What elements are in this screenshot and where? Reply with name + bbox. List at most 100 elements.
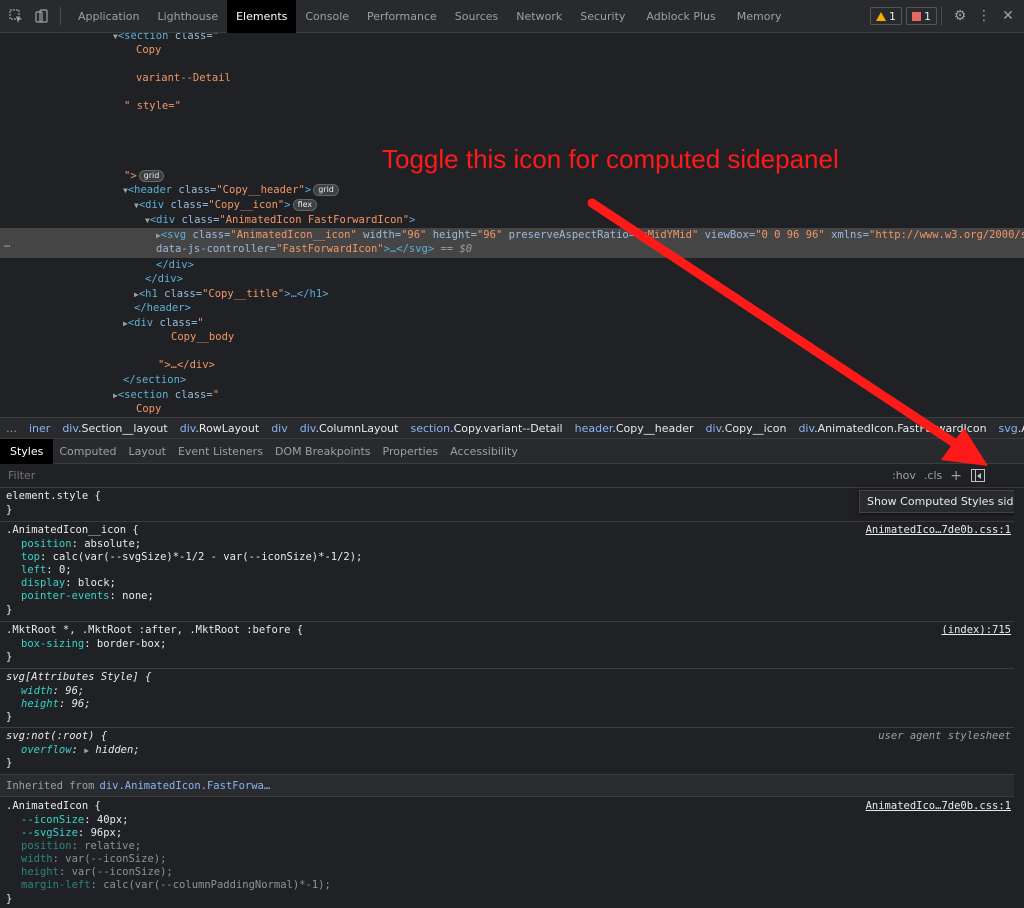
styles-filter-input[interactable] [8, 469, 888, 482]
css-declaration: height: 96; [21, 698, 91, 710]
breadcrumb-item-selected[interactable]: svg.AnimatedIcon__icon [993, 422, 1024, 435]
class-toggle[interactable]: .cls [920, 469, 946, 482]
style-rule-animated-icon-icon[interactable]: .AnimatedIcon__icon { AnimatedIco…7de0b.… [0, 522, 1024, 622]
dom-line-header[interactable]: ▼<header class="Copy__header"> grid [123, 183, 339, 198]
tab-elements[interactable]: Elements [227, 0, 297, 33]
rule-selector[interactable]: .AnimatedIcon__icon { [6, 524, 139, 537]
style-rule-svg-attributes[interactable]: svg[Attributes Style] { width: 96; heigh… [0, 669, 1024, 728]
grid-badge[interactable]: grid [313, 184, 339, 196]
rule-close-brace: } [6, 651, 13, 663]
inherited-from-label: Inherited from [6, 779, 95, 792]
dom-line-div-copy-icon[interactable]: ▼<div class="Copy__icon"> flex [134, 198, 318, 213]
breadcrumb-item[interactable]: div.ColumnLayout [294, 422, 405, 435]
hover-state-toggle[interactable]: :hov [888, 469, 920, 482]
flex-badge[interactable]: flex [292, 199, 318, 211]
css-declaration-inactive[interactable]: width: var(--iconSize); [21, 853, 166, 866]
dom-line-svg-selected[interactable]: ▶<svg class="AnimatedIcon__icon" width="… [156, 228, 1024, 243]
breadcrumb-item[interactable]: div [265, 422, 294, 435]
css-declaration[interactable]: --svgSize: 96px; [21, 827, 122, 840]
css-declaration[interactable]: display: block; [21, 577, 116, 590]
tab-adblock-plus[interactable]: Adblock Plus [634, 0, 727, 33]
tab-event-listeners[interactable]: Event Listeners [172, 439, 269, 464]
dom-line-section-end: "> grid [124, 169, 165, 183]
styles-rules-pane: element.style { } .AnimatedIcon__icon { … [0, 488, 1024, 908]
styles-filter-bar: :hov .cls + [0, 464, 1024, 488]
rule-selector[interactable]: element.style { [6, 490, 101, 503]
css-declaration: overflow: ▶ hidden; [21, 744, 140, 756]
tab-lighthouse[interactable]: Lighthouse [148, 0, 227, 33]
css-declaration[interactable]: pointer-events: none; [21, 590, 154, 603]
rule-selector[interactable]: .MktRoot *, .MktRoot :after, .MktRoot :b… [6, 624, 303, 637]
breadcrumb-item[interactable]: section.Copy.variant--Detail [404, 422, 568, 435]
tab-properties[interactable]: Properties [377, 439, 445, 464]
rule-close-brace: } [6, 604, 13, 616]
dom-line-section-close: </section> [123, 374, 187, 386]
css-declaration[interactable]: --iconSize: 40px; [21, 814, 128, 827]
dom-line-section[interactable]: ▼<section class=" [113, 33, 219, 44]
inspect-element-icon[interactable] [8, 8, 25, 25]
tab-computed[interactable]: Computed [53, 439, 122, 464]
styles-scrollbar[interactable] [1014, 488, 1024, 908]
errors-badge[interactable]: 1 [906, 7, 937, 25]
inherited-from-link[interactable]: div.AnimatedIcon.FastForwa… [100, 780, 271, 792]
grid-badge[interactable]: grid [138, 170, 165, 182]
tab-security[interactable]: Security [571, 0, 634, 33]
css-declaration[interactable]: position: absolute; [21, 538, 141, 551]
toolbar-divider [941, 7, 942, 25]
tab-sources[interactable]: Sources [446, 0, 508, 33]
node-actions-ellipsis[interactable]: … [4, 237, 10, 251]
tab-layout[interactable]: Layout [123, 439, 172, 464]
tab-dom-breakpoints[interactable]: DOM Breakpoints [269, 439, 377, 464]
breadcrumb-item[interactable]: div.RowLayout [174, 422, 265, 435]
dom-line-div-animated-icon[interactable]: ▼<div class="AnimatedIcon FastForwardIco… [145, 213, 415, 228]
tab-styles[interactable]: Styles [0, 438, 54, 464]
computed-sidebar-toggle-icon[interactable] [971, 469, 985, 482]
new-style-rule-button[interactable]: + [946, 468, 966, 484]
tab-network[interactable]: Network [507, 0, 571, 33]
tab-memory[interactable]: Memory [728, 0, 791, 33]
css-declaration[interactable]: left: 0; [21, 564, 72, 577]
dom-line-div-copy-body[interactable]: ▶<div class=" [123, 316, 204, 331]
tab-console[interactable]: Console [296, 0, 358, 33]
style-rule-mktroot[interactable]: .MktRoot *, .MktRoot :after, .MktRoot :b… [0, 622, 1024, 669]
rule-selector[interactable]: .AnimatedIcon { [6, 800, 101, 813]
dom-line-svg-continued[interactable]: data-js-controller="FastForwardIcon">…</… [156, 242, 472, 256]
breadcrumb-item[interactable]: div.AnimatedIcon.FastForwardIcon [792, 422, 992, 435]
dom-attr-value-line: Copy__body [171, 331, 235, 343]
breadcrumb-item[interactable]: iner [23, 422, 56, 435]
css-declaration-inactive[interactable]: position: relative; [21, 840, 141, 853]
close-icon[interactable]: ✕ [998, 6, 1018, 26]
more-options-icon[interactable]: ⋮ [974, 6, 994, 26]
css-declaration: width: 96; [21, 685, 85, 697]
css-declaration[interactable]: top: calc(var(--svgSize)*-1/2 - var(--ic… [21, 551, 362, 564]
breadcrumb-item[interactable]: div.Copy__icon [700, 422, 793, 435]
dom-line-section-next[interactable]: ▶<section class=" [113, 388, 219, 403]
dom-line-div-close: </div> [145, 273, 183, 285]
devtools-window: Application Lighthouse Elements Console … [0, 0, 1024, 908]
dom-attr-value-line: Copy [136, 44, 162, 56]
error-icon [912, 11, 921, 21]
rule-source-link[interactable]: AnimatedIco…7de0b.css:1 [866, 524, 1011, 536]
toolbar-divider [60, 7, 61, 25]
style-rule-svg-not-root[interactable]: svg:not(:root) { user agent stylesheet o… [0, 728, 1024, 775]
style-rule-animated-icon[interactable]: .AnimatedIcon { AnimatedIco…7de0b.css:1 … [0, 797, 1024, 908]
rule-source-link[interactable]: (index):715 [941, 624, 1011, 636]
css-declaration-inactive[interactable]: height: var(--iconSize); [21, 866, 173, 879]
dom-line-header-close: </header> [134, 302, 191, 314]
breadcrumb-item[interactable]: header.Copy__header [569, 422, 700, 435]
style-rule-element[interactable]: element.style { } [0, 488, 1024, 522]
css-declaration[interactable]: box-sizing: border-box; [21, 638, 166, 651]
tab-accessibility[interactable]: Accessibility [444, 439, 524, 464]
devtools-toolbar: Application Lighthouse Elements Console … [0, 0, 1024, 33]
settings-gear-icon[interactable]: ⚙ [950, 6, 970, 26]
breadcrumb-item[interactable]: div.Section__layout [56, 422, 173, 435]
tab-application[interactable]: Application [69, 0, 148, 33]
tab-performance[interactable]: Performance [358, 0, 446, 33]
dom-line-h1[interactable]: ▶<h1 class="Copy__title">…</h1> [134, 287, 329, 302]
breadcrumb-overflow[interactable]: … [0, 422, 23, 435]
rule-source-link[interactable]: AnimatedIco…7de0b.css:1 [866, 800, 1011, 812]
warnings-badge[interactable]: 1 [870, 7, 902, 25]
device-toolbar-icon[interactable] [33, 8, 50, 25]
expand-triangle-icon[interactable]: ▶ [84, 746, 89, 755]
css-declaration-inactive[interactable]: margin-left: calc(var(--columnPaddingNor… [21, 879, 331, 892]
